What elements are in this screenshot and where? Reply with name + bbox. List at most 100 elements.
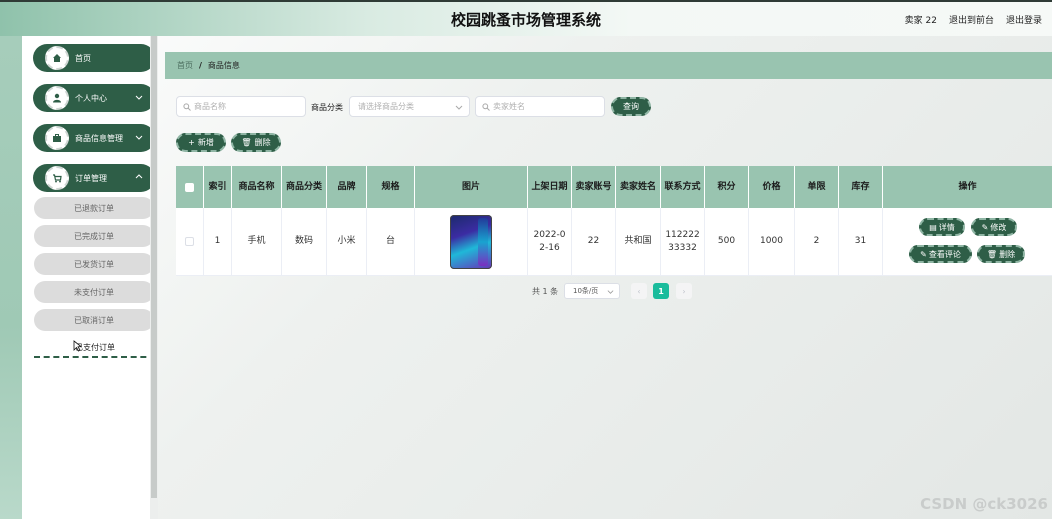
- logout-link[interactable]: 退出登录: [1006, 13, 1042, 26]
- chevron-down-icon: [607, 290, 614, 294]
- category-label: 商品分类: [311, 103, 343, 112]
- chevron-up-icon: [135, 174, 143, 179]
- sidebar-item-product-management[interactable]: 商品信息管理: [33, 124, 155, 152]
- breadcrumb-separator: /: [199, 61, 202, 70]
- home-icon: [45, 46, 69, 70]
- header-image[interactable]: 图片: [415, 166, 528, 208]
- submenu-cancelled-orders[interactable]: 已取消订单: [34, 309, 154, 331]
- sidebar-item-label: 商品信息管理: [75, 133, 123, 143]
- phone-image[interactable]: [450, 214, 492, 269]
- seller-name-placeholder: 卖家姓名: [493, 102, 525, 111]
- category-select[interactable]: 请选择商品分类: [349, 96, 470, 117]
- header-spec[interactable]: 规格: [367, 166, 415, 208]
- edit-button[interactable]: ✎ 修改: [971, 218, 1017, 236]
- cell-stock: 31: [839, 208, 883, 275]
- user-icon: [45, 86, 69, 110]
- cell-date: 2022-02-16: [528, 208, 572, 275]
- breadcrumb-home[interactable]: 首页: [177, 60, 193, 71]
- cell-spec: 台: [367, 208, 415, 275]
- header-brand[interactable]: 品牌: [327, 166, 367, 208]
- trash-icon: 🗑: [986, 249, 998, 259]
- header-price[interactable]: 价格: [749, 166, 795, 208]
- sidebar-item-label: 首页: [75, 53, 91, 63]
- chevron-down-icon: [455, 105, 463, 110]
- scrollbar-thumb[interactable]: [151, 36, 157, 498]
- add-button-label: 新增: [197, 138, 214, 147]
- header-date[interactable]: 上架日期: [528, 166, 572, 208]
- select-all-cell: [176, 166, 204, 208]
- cell-actions: ▤ 详情 ✎ 修改 ✎ 查看评论 🗑 删除: [883, 208, 1052, 275]
- header-contact[interactable]: 联系方式: [661, 166, 705, 208]
- sidebar: 首页 个人中心 商品信息管理 订单管理 已退款订单 已完成订单 已发货订单 未支…: [22, 36, 156, 519]
- plus-icon: +: [188, 138, 195, 147]
- submenu-completed-orders[interactable]: 已完成订单: [34, 225, 154, 247]
- sidebar-item-profile[interactable]: 个人中心: [33, 84, 155, 112]
- sidebar-item-label: 个人中心: [75, 93, 107, 103]
- cell-account: 22: [572, 208, 616, 275]
- header-seller[interactable]: 卖家姓名: [616, 166, 661, 208]
- cell-brand: 小米: [327, 208, 367, 275]
- page-size-select[interactable]: 10条/页: [564, 283, 620, 299]
- search-icon: [482, 102, 490, 111]
- next-page-button[interactable]: ›: [676, 283, 692, 299]
- header-limit[interactable]: 单限: [795, 166, 839, 208]
- cell-limit: 2: [795, 208, 839, 275]
- batch-delete-button[interactable]: 🗑 删除: [231, 133, 281, 152]
- row-select-cell: [176, 208, 204, 275]
- edit-icon: ✎: [981, 222, 989, 232]
- sidebar-item-label: 订单管理: [75, 173, 107, 183]
- app-title: 校园跳蚤市场管理系统: [450, 11, 601, 29]
- sidebar-item-order-management[interactable]: 订单管理: [33, 164, 155, 192]
- cell-name: 手机: [232, 208, 282, 275]
- row-checkbox[interactable]: [185, 237, 194, 246]
- header-stock[interactable]: 库存: [839, 166, 883, 208]
- product-name-placeholder: 商品名称: [194, 102, 226, 111]
- cell-seller: 共和国: [616, 208, 661, 275]
- current-user: 卖家 22: [904, 16, 937, 26]
- sidebar-scrollbar[interactable]: [150, 36, 158, 519]
- add-button[interactable]: + 新增: [176, 133, 226, 152]
- pagination-total: 共 1 条: [532, 287, 559, 296]
- select-all-checkbox[interactable]: [185, 182, 194, 192]
- cell-index: 1: [204, 208, 232, 275]
- submenu-unpaid-orders[interactable]: 未支付订单: [34, 281, 154, 303]
- chevron-down-icon: [135, 95, 143, 100]
- detail-label: 详情: [938, 222, 955, 232]
- breadcrumb: 首页 / 商品信息: [165, 52, 1052, 79]
- top-header: 校园跳蚤市场管理系统 卖家 22 退出到前台 退出登录: [0, 0, 1052, 36]
- edit-icon: ✎: [920, 249, 927, 259]
- briefcase-icon: [45, 126, 69, 150]
- seller-name-input[interactable]: 卖家姓名: [475, 96, 605, 117]
- sidebar-item-home[interactable]: 首页: [33, 44, 155, 72]
- header-account[interactable]: 卖家账号: [572, 166, 616, 208]
- prev-page-button[interactable]: ‹: [631, 283, 647, 299]
- header-index[interactable]: 索引: [204, 166, 232, 208]
- header-points[interactable]: 积分: [705, 166, 749, 208]
- header-actions: 操作: [958, 181, 977, 192]
- table-row: 1 手机 数码 小米 台 2022-02-16 22 共和国 112222333…: [176, 208, 1052, 276]
- table-header: 索引 商品名称 商品分类 品牌 规格 图片 上架日期 卖家账号 卖家姓名 联系方…: [176, 166, 1052, 208]
- left-decor-strip: [0, 36, 22, 519]
- page-1-button[interactable]: 1: [653, 283, 669, 299]
- trash-icon: 🗑: [241, 138, 252, 147]
- back-to-front-link[interactable]: 退出到前台: [949, 13, 994, 26]
- watermark: CSDN @ck3026: [920, 495, 1048, 513]
- delete-label: 删除: [999, 249, 1016, 259]
- view-reviews-button[interactable]: ✎ 查看评论: [909, 245, 972, 263]
- submenu-paid-orders[interactable]: 已支付订单: [34, 338, 156, 358]
- delete-button[interactable]: 🗑 删除: [977, 245, 1025, 263]
- query-button[interactable]: 查询: [611, 97, 651, 116]
- category-placeholder: 请选择商品分类: [358, 102, 414, 111]
- search-icon: [183, 102, 191, 111]
- product-table: 索引 商品名称 商品分类 品牌 规格 图片 上架日期 卖家账号 卖家姓名 联系方…: [176, 166, 1052, 276]
- submenu-shipped-orders[interactable]: 已发货订单: [34, 253, 154, 275]
- header-name[interactable]: 商品名称: [232, 166, 282, 208]
- detail-button[interactable]: ▤ 详情: [919, 218, 965, 236]
- detail-icon: ▤: [929, 222, 937, 232]
- edit-label: 修改: [990, 222, 1007, 232]
- cell-contact: 11222233332: [661, 208, 705, 275]
- product-name-input[interactable]: 商品名称: [176, 96, 306, 117]
- cart-icon: [45, 166, 69, 190]
- header-category[interactable]: 商品分类: [282, 166, 327, 208]
- submenu-refunded-orders[interactable]: 已退款订单: [34, 197, 154, 219]
